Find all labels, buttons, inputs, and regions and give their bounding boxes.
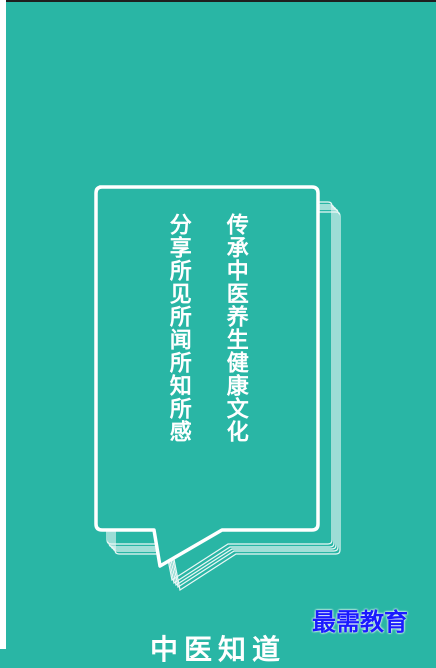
app-title: 中医知道 [149, 633, 286, 666]
speech-bubble-graphic [94, 185, 341, 591]
tagline-right-column: 传承中医养生健康文化 [222, 213, 248, 443]
tagline-left-column: 分享所见所闻所知所感 [165, 213, 191, 443]
